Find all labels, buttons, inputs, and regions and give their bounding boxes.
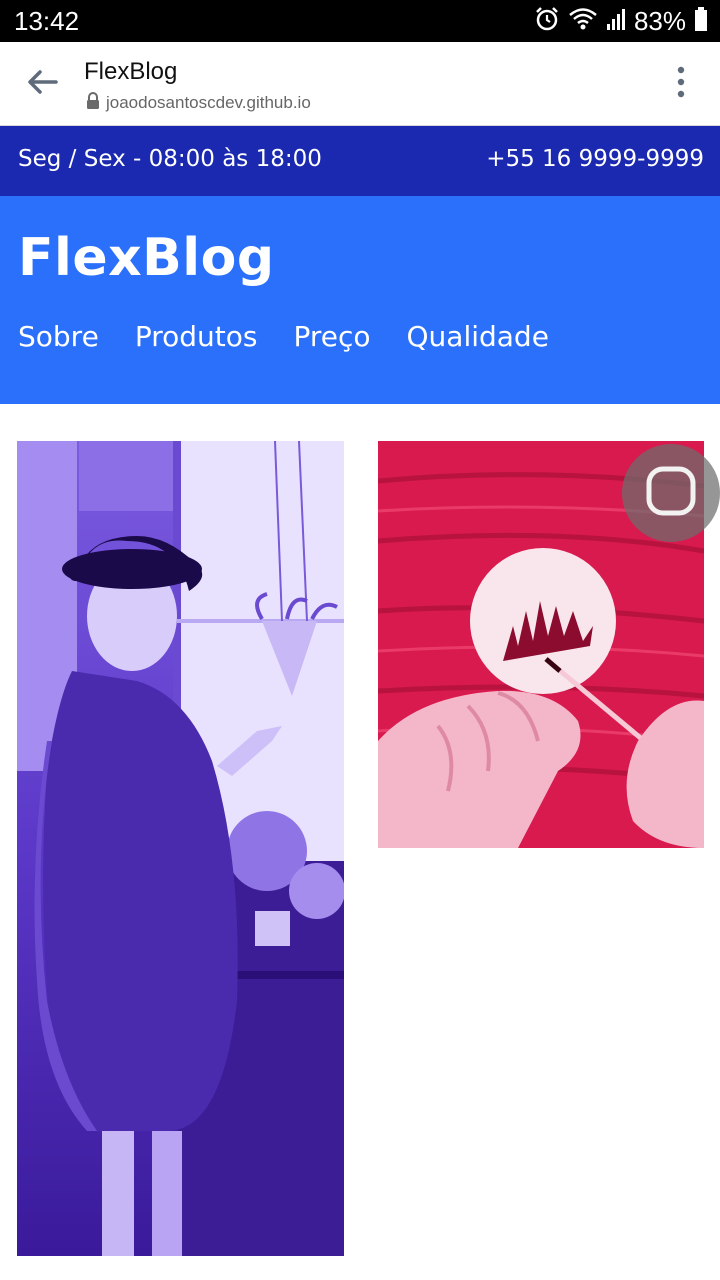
battery-percent: 83% <box>633 5 686 36</box>
phone-number[interactable]: +55 16 9999-9999 <box>486 146 704 172</box>
status-bar: 13:42 83% <box>0 0 720 42</box>
nav-link-preco[interactable]: Preço <box>293 320 370 353</box>
more-options-button[interactable] <box>666 62 696 106</box>
wifi-icon <box>568 6 598 36</box>
floating-overlay-button[interactable] <box>622 444 720 542</box>
url-row[interactable]: joaodosantoscdev.github.io <box>86 92 311 114</box>
browser-toolbar: FlexBlog joaodosantoscdev.github.io <box>0 42 720 126</box>
nav-link-qualidade[interactable]: Qualidade <box>407 320 549 353</box>
site-logo[interactable]: FlexBlog <box>18 228 275 288</box>
back-arrow-icon <box>26 68 58 100</box>
more-vert-icon <box>677 66 685 102</box>
main-nav: Sobre Produtos Preço Qualidade <box>18 320 585 353</box>
status-icons: 83% <box>534 6 708 36</box>
battery-icon <box>694 6 708 36</box>
nav-link-produtos[interactable]: Produtos <box>135 320 258 353</box>
signal-icon <box>606 7 626 35</box>
nav-link-sobre[interactable]: Sobre <box>18 320 99 353</box>
status-time: 13:42 <box>14 6 80 36</box>
lock-icon <box>86 92 100 114</box>
rounded-square-icon <box>643 463 699 523</box>
info-bar: Seg / Sex - 08:00 às 18:00 +55 16 9999-9… <box>0 126 720 196</box>
alarm-icon <box>534 6 560 36</box>
back-button[interactable] <box>20 62 64 106</box>
woman-window-photo <box>17 441 344 1256</box>
url-text: joaodosantoscdev.github.io <box>106 93 311 112</box>
opening-hours: Seg / Sex - 08:00 às 18:00 <box>18 146 322 172</box>
site-header: FlexBlog Sobre Produtos Preço Qualidade <box>0 196 720 404</box>
browser-page-title: FlexBlog <box>84 58 178 85</box>
image-grid <box>0 404 720 1280</box>
